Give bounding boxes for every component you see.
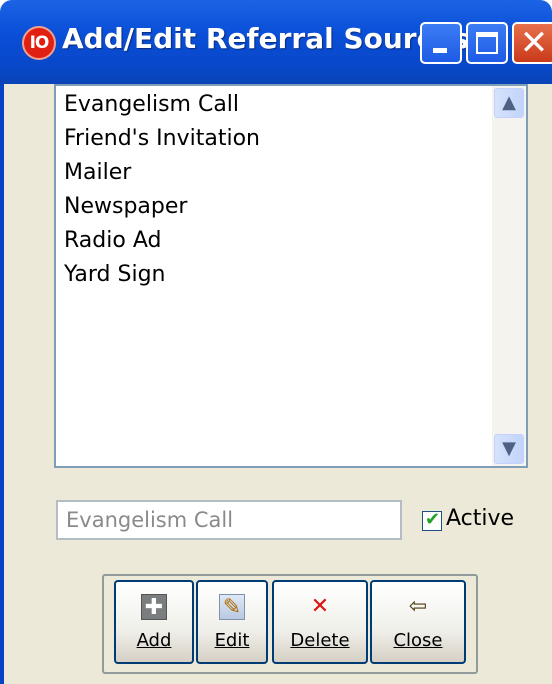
pencil-edit-icon: ✎ (219, 594, 245, 620)
list-item[interactable]: Evangelism Call (56, 88, 486, 122)
checkmark-icon: ✔ (425, 509, 441, 530)
active-checkbox[interactable]: ✔ (422, 509, 442, 531)
edit-button-label: Edit (214, 630, 250, 651)
list-item[interactable]: Mailer (56, 156, 486, 190)
delete-button[interactable]: ✕ Delete (272, 580, 368, 664)
scroll-up-button[interactable]: ▲ (494, 88, 524, 118)
delete-button-label: Delete (290, 630, 350, 651)
maximize-button[interactable] (466, 22, 508, 64)
close-button-label: Close (393, 630, 443, 651)
referral-source-name-field[interactable]: Evangelism Call (56, 500, 402, 540)
list-scrollbar[interactable]: ▲ ▼ (492, 86, 526, 466)
action-button-group: ✚ Add ✎ Edit ✕ Delete ⇦ Close (102, 574, 478, 674)
dialog-window: IO Add/Edit Referral Sources ✕ Evangelis… (0, 0, 552, 684)
referral-sources-list[interactable]: Evangelism Call Friend's Invitation Mail… (54, 84, 528, 468)
minimize-button[interactable] (420, 22, 462, 64)
list-item[interactable]: Yard Sign (56, 258, 486, 292)
maximize-icon (476, 32, 498, 54)
plus-icon: ✚ (141, 594, 167, 620)
active-label[interactable]: Active (446, 506, 514, 531)
red-x-icon: ✕ (310, 594, 330, 619)
close-icon: ✕ (519, 23, 549, 63)
close-button[interactable]: ⇦ Close (370, 580, 466, 664)
list-item[interactable]: Friend's Invitation (56, 122, 486, 156)
minimize-icon (433, 48, 447, 53)
window-title: Add/Edit Referral Sources (62, 22, 469, 55)
edit-button[interactable]: ✎ Edit (196, 580, 268, 664)
add-button-label: Add (136, 630, 172, 651)
exit-door-icon: ⇦ (408, 594, 428, 619)
window-close-button[interactable]: ✕ (512, 22, 552, 64)
list-items: Evangelism Call Friend's Invitation Mail… (56, 88, 486, 292)
list-item[interactable]: Radio Ad (56, 224, 486, 258)
list-item[interactable]: Newspaper (56, 190, 486, 224)
add-button[interactable]: ✚ Add (114, 580, 194, 664)
app-icon: IO (22, 26, 56, 60)
title-bar[interactable]: IO Add/Edit Referral Sources ✕ (0, 0, 552, 84)
scroll-down-button[interactable]: ▼ (494, 434, 524, 464)
